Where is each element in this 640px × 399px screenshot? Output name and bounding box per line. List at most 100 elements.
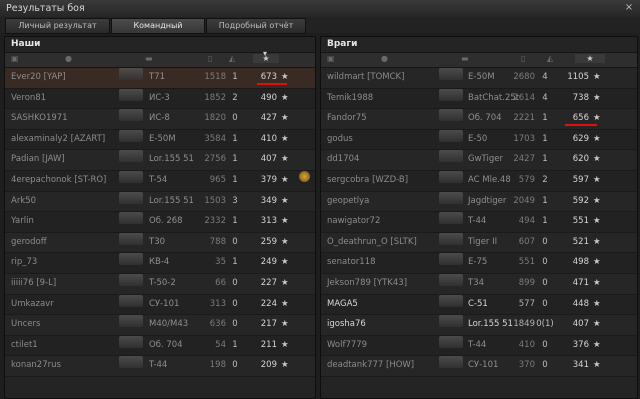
player-row[interactable]: wildmart [TOMCK] E-50M 2680 4 1105 ★ — [321, 68, 637, 89]
points-value: 349 — [260, 195, 277, 206]
tank-icon — [439, 315, 463, 328]
rating-value: 54 — [215, 339, 226, 350]
points-value: 597 — [572, 174, 589, 185]
player-row[interactable]: Veron81 ИС-3 1852 2 490 ★ — [5, 88, 315, 110]
player-row[interactable]: sergcobra [WZD-B] AC Mle.48 579 2 597 ★ — [321, 170, 637, 192]
player-row[interactable]: iiiii76 [9-L] T-50-2 66 0 227 ★ — [5, 273, 315, 295]
tab-detailed-report[interactable]: Подробный отчёт — [206, 18, 306, 34]
kills-value: 0 — [542, 236, 548, 247]
rating-value: 1503 — [204, 195, 226, 206]
player-row[interactable]: rip_73 КВ-4 35 1 249 ★ — [5, 253, 315, 274]
player-row[interactable]: Ark50 Lor.155 51 1503 3 349 ★ — [5, 191, 315, 213]
rating-value: 1849 — [513, 319, 535, 330]
points-column-icon[interactable]: ★ — [575, 54, 605, 63]
tank-name: С-51 — [468, 298, 488, 309]
player-row[interactable]: nawigator72 T-44 494 1 551 ★ — [321, 212, 637, 233]
kills-value: 0 — [232, 236, 238, 247]
player-name: senator118 — [327, 257, 376, 268]
rating-value: 607 — [518, 236, 535, 247]
player-column-icon[interactable]: ● — [381, 54, 388, 63]
highlight-underline — [257, 83, 287, 85]
vehicle-column-icon[interactable]: ▬ — [145, 54, 153, 63]
player-row[interactable]: ctilet1 Об. 704 54 1 211 ★ — [5, 335, 315, 357]
player-row[interactable]: alexaminaly2 [AZART] E-50M 3584 1 410 ★ — [5, 129, 315, 151]
player-row[interactable]: MAGA5 С-51 577 0 448 ★ — [321, 294, 637, 316]
player-row[interactable]: O_deathrun_O [SLTK] Tiger II 607 0 521 ★ — [321, 232, 637, 254]
points-value: 410 — [260, 133, 277, 144]
player-row[interactable]: Temik1988 BatChat.25t 2614 4 738 ★ — [321, 88, 637, 110]
kills-value: 1 — [232, 216, 238, 227]
tank-icon — [119, 232, 143, 245]
player-row[interactable]: gerodoff T30 788 0 259 ★ — [5, 232, 315, 254]
kills-column-icon[interactable]: ◭ — [229, 54, 235, 63]
tab-personal-result[interactable]: Личный результат — [5, 18, 110, 34]
player-row[interactable]: Padian [JAW] Lor.155 51 2756 1 407 ★ — [5, 150, 315, 171]
player-row[interactable]: senator118 E-75 551 0 498 ★ — [321, 253, 637, 274]
tank-name: AC Mle.48 — [468, 174, 511, 185]
player-row[interactable]: dd1704 GwTiger 2427 1 620 ★ — [321, 150, 637, 171]
player-row[interactable]: Wolf7779 T-44 410 0 376 ★ — [321, 335, 637, 357]
rating-value: 579 — [518, 174, 535, 185]
squad-column-icon[interactable]: ▣ — [327, 54, 335, 63]
points-value: 521 — [572, 236, 589, 247]
rating-value: 370 — [518, 360, 535, 371]
points-value: 249 — [260, 257, 277, 268]
tank-name: Об. 704 — [468, 113, 502, 124]
points-value: 1105 — [567, 72, 589, 82]
kills-value: 0 — [232, 277, 238, 288]
player-name: gerodoff — [11, 236, 47, 247]
player-row[interactable]: Jekson789 [YTK43] T34 899 0 471 ★ — [321, 273, 637, 295]
player-row[interactable]: Yarlin Об. 268 2332 1 313 ★ — [5, 212, 315, 233]
enemies-column-header: ▣ ● ▬ ▯ ◭ ★ — [321, 52, 637, 68]
allies-panel: Наши ▣ ● ▬ ▯ ◭ ★ ▾ Ever20 [YAP] T71 1518 1 6… — [4, 36, 316, 399]
window-titlebar: Результаты боя × — [0, 0, 640, 18]
star-icon: ★ — [281, 133, 289, 144]
player-row[interactable]: deadtank777 [HOW] СУ-101 370 0 341 ★ — [321, 356, 637, 377]
player-row[interactable]: Ever20 [YAP] T71 1518 1 673 ★ — [5, 68, 315, 89]
points-value: 407 — [260, 154, 277, 165]
tank-name: ИС-3 — [149, 92, 170, 103]
star-icon: ★ — [593, 360, 601, 371]
player-row[interactable]: konan27rus T-44 198 0 209 ★ — [5, 356, 315, 377]
player-row[interactable]: geopetlya Jagdtiger 2049 1 592 ★ — [321, 191, 637, 213]
tab-team-result[interactable]: Командный результат — [111, 18, 205, 44]
rating-value: 2221 — [513, 113, 535, 124]
player-row[interactable]: Fandor75 Об. 704 2221 1 656 ★ — [321, 109, 637, 130]
player-row[interactable]: godus E-50 1703 1 629 ★ — [321, 129, 637, 151]
tank-icon — [119, 129, 143, 142]
tank-name: T-44 — [468, 216, 487, 227]
rating-column-icon[interactable]: ▯ — [521, 54, 525, 63]
enemies-title: Враги — [327, 39, 358, 49]
tank-name: Jagdtiger — [468, 195, 507, 206]
player-row[interactable]: Umkazavr СУ-101 313 0 224 ★ — [5, 294, 315, 316]
close-icon[interactable]: × — [623, 2, 635, 14]
squad-column-icon[interactable]: ▣ — [11, 54, 19, 63]
points-value: 427 — [260, 113, 277, 124]
star-icon: ★ — [281, 360, 289, 371]
tank-icon — [439, 335, 463, 348]
star-icon: ★ — [281, 236, 289, 247]
kills-value: 0 — [542, 360, 548, 371]
player-column-icon[interactable]: ● — [65, 54, 72, 63]
kills-value: 0 — [542, 257, 548, 268]
kills-value: 0(1) — [536, 319, 554, 330]
vehicle-column-icon[interactable]: ▬ — [461, 54, 469, 63]
tank-icon — [119, 335, 143, 348]
player-row[interactable]: igosha76 Lor.155 51 1849 0(1) 407 ★ — [321, 315, 637, 336]
tank-name: T34 — [468, 277, 485, 288]
highlight-underline — [565, 124, 597, 127]
player-name: Umkazavr — [11, 298, 54, 309]
rating-column-icon[interactable]: ▯ — [208, 54, 212, 63]
tank-name: T-50-2 — [149, 277, 176, 288]
player-row[interactable]: 4erepachonok [ST-RO] T-54 965 1 379 ★ — [5, 170, 315, 192]
player-row[interactable]: Uncers M40/M43 636 0 217 ★ — [5, 315, 315, 336]
player-row[interactable]: SASHKO1971 ИС-8 1820 0 427 ★ — [5, 109, 315, 130]
kills-value: 1 — [232, 154, 238, 165]
tank-name: T71 — [149, 72, 166, 82]
kills-value: 1 — [542, 154, 548, 165]
kills-column-icon[interactable]: ◭ — [547, 54, 553, 63]
player-name: alexaminaly2 [AZART] — [11, 133, 106, 144]
points-value: 407 — [572, 319, 589, 330]
kills-value: 1 — [542, 216, 548, 227]
player-name: Yarlin — [11, 216, 34, 227]
